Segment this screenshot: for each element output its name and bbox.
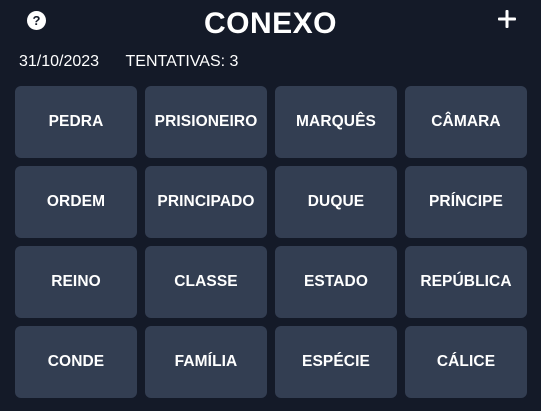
plus-icon[interactable] [496, 7, 518, 31]
word-tile[interactable]: PRÍNCIPE [405, 166, 527, 238]
word-tile[interactable]: CLASSE [145, 246, 267, 318]
word-tile[interactable]: PEDRA [15, 86, 137, 158]
word-tile[interactable]: CÂMARA [405, 86, 527, 158]
game-info: 31/10/2023 TENTATIVAS: 3 [19, 52, 238, 72]
word-tile[interactable]: PRISIONEIRO [145, 86, 267, 158]
word-tile[interactable]: CONDE [15, 326, 137, 398]
word-tile[interactable]: PRINCIPADO [145, 166, 267, 238]
attempts-counter: TENTATIVAS: 3 [125, 53, 239, 70]
word-tile[interactable]: DUQUE [275, 166, 397, 238]
game-date: 31/10/2023 [19, 53, 100, 70]
word-tile[interactable]: REPÚBLICA [405, 246, 527, 318]
word-tile[interactable]: ORDEM [15, 166, 137, 238]
word-tile[interactable]: MARQUÊS [275, 86, 397, 158]
word-tile[interactable]: REINO [15, 246, 137, 318]
word-tile[interactable]: FAMÍLIA [145, 326, 267, 398]
word-tile[interactable]: ESPÉCIE [275, 326, 397, 398]
word-tile[interactable]: CÁLICE [405, 326, 527, 398]
app: ? CONEXO 31/10/2023 TENTATIVAS: 3 PEDRA … [0, 0, 541, 411]
page-title: CONEXO [203, 7, 338, 40]
word-tile[interactable]: ESTADO [275, 246, 397, 318]
word-grid: PEDRA PRISIONEIRO MARQUÊS CÂMARA ORDEM P… [15, 86, 528, 398]
